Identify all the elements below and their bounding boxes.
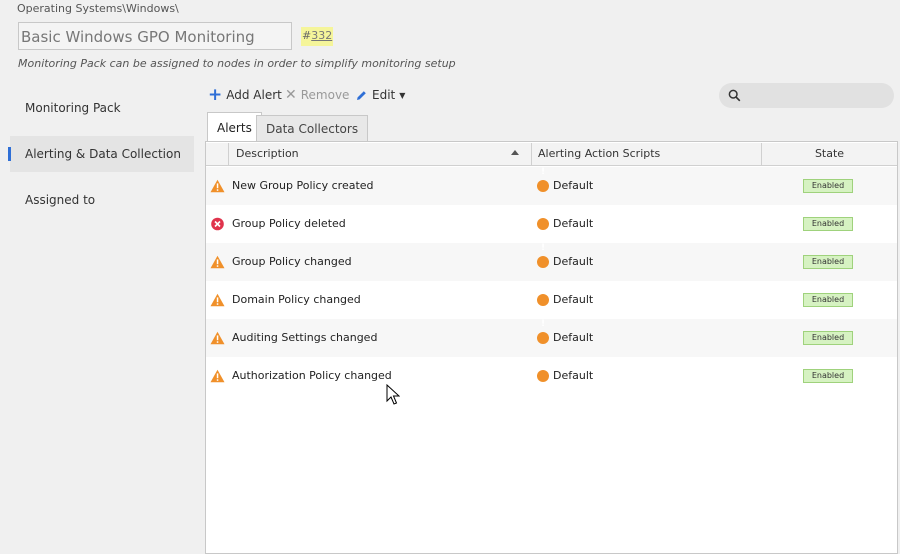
- plus-icon: +: [208, 85, 223, 105]
- tab-alerts[interactable]: Alerts: [207, 112, 262, 142]
- add-alert-label: Add Alert: [226, 88, 282, 102]
- table-header: Description Alerting Action Scripts Stat…: [206, 143, 897, 166]
- column-separator: [228, 143, 229, 165]
- script-alert-icon: [537, 281, 549, 306]
- sidebar-item-label: Assigned to: [25, 193, 96, 207]
- status-badge: Enabled: [803, 255, 853, 269]
- alert-description: Domain Policy changed: [232, 293, 361, 306]
- table-row[interactable]: Auditing Settings changed Default Enabled: [206, 319, 897, 357]
- sidebar-item-alerting[interactable]: Alerting & Data Collection: [8, 136, 194, 172]
- close-icon: ✕: [285, 87, 297, 103]
- warning-triangle-icon: [210, 179, 225, 193]
- alert-description: Auditing Settings changed: [232, 331, 378, 344]
- sort-ascending-icon: [511, 150, 519, 155]
- error-circle-icon: [211, 217, 224, 231]
- sidebar-item-label: Alerting & Data Collection: [25, 147, 181, 161]
- warning-triangle-icon: [210, 331, 225, 345]
- alert-script: Default: [553, 293, 594, 306]
- warning-triangle-icon: [210, 255, 225, 269]
- chevron-down-icon: ▼: [399, 90, 406, 100]
- tab-strip: Alerts Data Collectors: [207, 112, 897, 142]
- alert-script: Default: [553, 255, 594, 268]
- active-indicator: [8, 147, 11, 161]
- table-row[interactable]: Group Policy changed Default Enabled: [206, 243, 897, 281]
- search-icon: [728, 89, 741, 102]
- alert-description: Group Policy deleted: [232, 217, 346, 230]
- pack-hint: Monitoring Pack can be assigned to nodes…: [18, 57, 456, 70]
- table-row[interactable]: Authorization Policy changed Default Enabl…: [206, 357, 897, 395]
- alert-description: New Group Policy created: [232, 179, 374, 192]
- sidebar-item-assigned-to[interactable]: Assigned to: [10, 182, 194, 218]
- column-separator: [531, 143, 532, 165]
- warning-triangle-icon: [210, 369, 225, 383]
- sidebar-item-label: Monitoring Pack: [25, 101, 121, 115]
- mouse-pointer-icon: [386, 384, 400, 405]
- status-badge: Enabled: [803, 179, 853, 193]
- table-row[interactable]: Group Policy deleted Default Enabled: [206, 205, 897, 243]
- main-panel: + Add Alert ✕ Remove Edit ▼ Alerts Data …: [202, 78, 900, 554]
- remove-label: Remove: [300, 88, 350, 102]
- alert-description: Group Policy changed: [232, 255, 352, 268]
- script-alert-icon: [537, 205, 549, 230]
- status-badge: Enabled: [803, 293, 853, 307]
- alert-description: Authorization Policy changed: [232, 369, 392, 382]
- table-row[interactable]: Domain Policy changed Default Enabled: [206, 281, 897, 319]
- sidebar-item-monitoring-pack[interactable]: Monitoring Pack: [10, 90, 194, 126]
- script-alert-icon: [537, 319, 549, 344]
- status-badge: Enabled: [803, 331, 853, 345]
- alert-script: Default: [553, 179, 594, 192]
- remove-button[interactable]: ✕ Remove: [285, 88, 349, 102]
- status-badge: Enabled: [803, 217, 853, 231]
- alerts-table: Description Alerting Action Scripts Stat…: [205, 141, 898, 554]
- table-row[interactable]: New Group Policy created Default Enabled: [206, 167, 897, 205]
- breadcrumb: Operating Systems\Windows\: [17, 2, 179, 15]
- script-alert-icon: [537, 167, 549, 192]
- status-badge: Enabled: [803, 369, 853, 383]
- toolbar: + Add Alert ✕ Remove Edit ▼: [202, 78, 900, 112]
- script-alert-icon: [537, 357, 549, 382]
- column-header-description[interactable]: Description: [236, 143, 526, 165]
- edit-dropdown-button[interactable]: Edit ▼: [355, 88, 405, 102]
- search-input[interactable]: [719, 83, 894, 108]
- sidebar: Monitoring Pack Alerting & Data Collecti…: [0, 78, 202, 554]
- pack-id-link[interactable]: 332: [311, 29, 332, 42]
- pack-id-prefix: #: [302, 29, 312, 42]
- alert-script: Default: [553, 331, 594, 344]
- pack-name-field[interactable]: Basic Windows GPO Monitoring: [18, 22, 292, 50]
- script-alert-icon: [537, 243, 549, 268]
- column-header-scripts[interactable]: Alerting Action Scripts: [538, 143, 758, 165]
- column-header-state[interactable]: State: [762, 143, 897, 165]
- alert-script: Default: [553, 369, 594, 382]
- pack-id-badge[interactable]: #332: [301, 27, 333, 46]
- alert-script: Default: [553, 217, 594, 230]
- edit-label: Edit: [372, 88, 396, 102]
- tab-data-collectors[interactable]: Data Collectors: [256, 115, 369, 141]
- warning-triangle-icon: [210, 293, 225, 307]
- pencil-icon: [357, 90, 366, 100]
- add-alert-button[interactable]: + Add Alert: [208, 85, 282, 105]
- header: Operating Systems\Windows\ Basic Windows…: [0, 0, 900, 78]
